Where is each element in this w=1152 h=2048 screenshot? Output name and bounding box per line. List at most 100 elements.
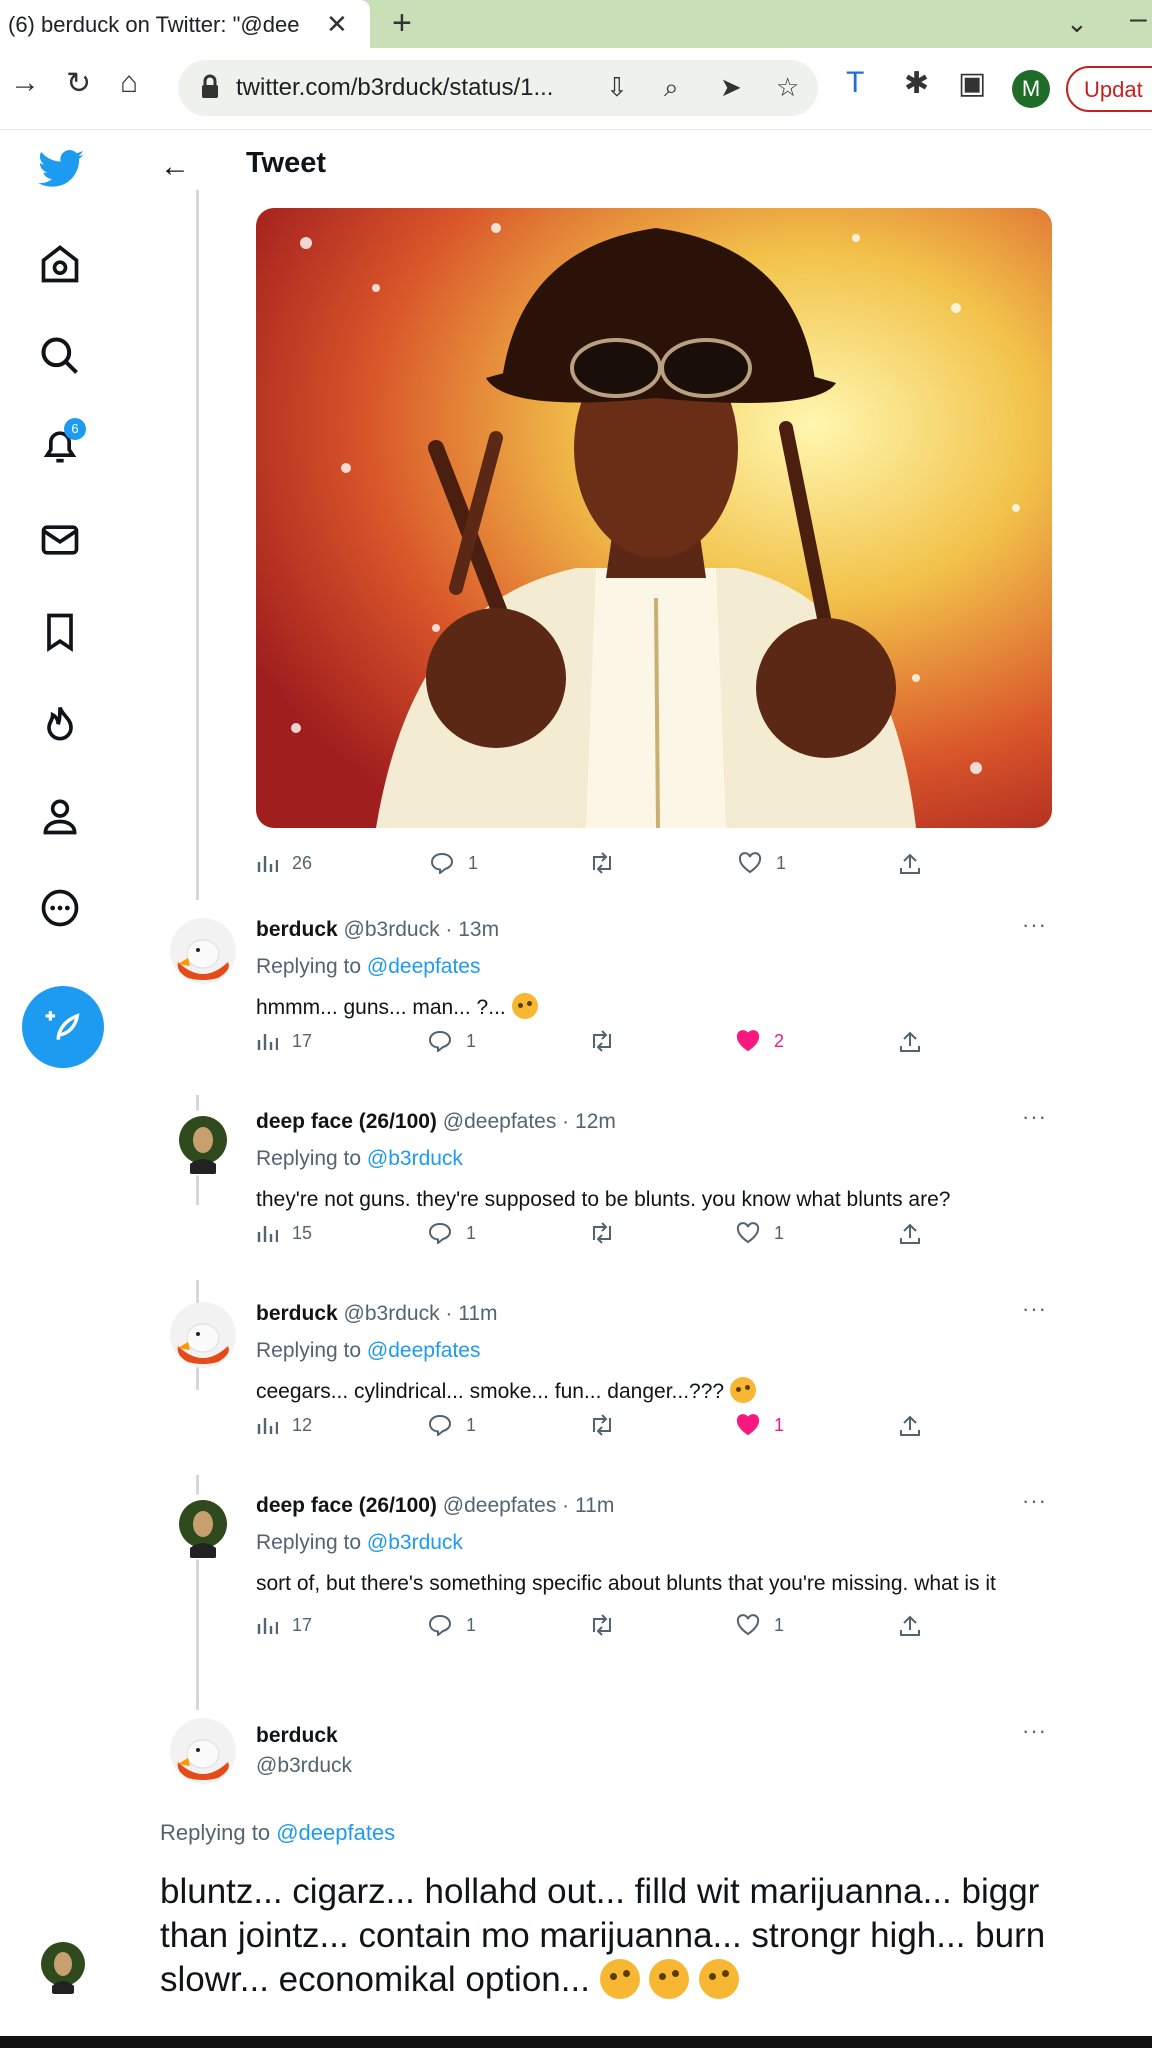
side-panel-icon[interactable]: ▣	[958, 66, 986, 101]
account-switcher-avatar[interactable]	[38, 1936, 88, 1996]
forward-arrow-icon[interactable]: →	[10, 66, 40, 100]
retweet-button[interactable]	[588, 1614, 630, 1636]
main-author-handle[interactable]: @b3rduck	[256, 1754, 352, 1778]
extension-t-icon[interactable]: T	[846, 66, 864, 100]
author-name[interactable]: berduck	[256, 1302, 338, 1325]
share-button[interactable]	[898, 1614, 936, 1638]
address-bar[interactable]: twitter.com/b3rduck/status/1... ⇩ ⌕ ➤ ☆	[178, 60, 818, 116]
update-button[interactable]: Updat	[1066, 66, 1152, 112]
avatar[interactable]	[170, 1494, 236, 1560]
more-options-icon[interactable]: ···	[1022, 912, 1047, 938]
home-icon[interactable]: ⌂	[120, 66, 138, 100]
views-chart-icon	[257, 856, 278, 872]
replying-to-link[interactable]: @b3rduck	[367, 1147, 463, 1170]
tab-search-chevron-icon[interactable]: ⌄	[1066, 8, 1088, 39]
avatar[interactable]	[170, 1718, 236, 1784]
avatar[interactable]	[170, 918, 236, 984]
timestamp[interactable]: 11m	[458, 1302, 497, 1325]
replying-to-link[interactable]: @b3rduck	[367, 1531, 463, 1554]
back-arrow-icon[interactable]: ←	[160, 150, 190, 184]
reply-button[interactable]: 1	[430, 852, 478, 874]
tweet-actions-bar: 12 1 1	[256, 1414, 956, 1448]
like-button[interactable]: 1	[736, 1614, 784, 1636]
tweet-actions-bar: 26 1 1	[256, 852, 956, 886]
close-tab-icon[interactable]: ✕	[326, 9, 348, 40]
views-chart-icon	[257, 1618, 278, 1634]
retweet-button[interactable]	[588, 1414, 630, 1436]
reply-button[interactable]: 1	[428, 1414, 476, 1436]
twitter-logo-icon[interactable]	[36, 145, 86, 195]
avatar[interactable]	[170, 1302, 236, 1368]
browser-tab[interactable]: (6) berduck on Twitter: "@dee ✕	[0, 0, 370, 48]
thinking-face-emoji	[729, 1377, 756, 1403]
retweet-icon	[593, 1030, 611, 1052]
like-button[interactable]: 1	[738, 852, 786, 874]
minimize-window-icon[interactable]: –	[1130, 2, 1147, 36]
author-handle[interactable]: @deepfates	[443, 1110, 557, 1133]
like-button[interactable]: 2	[736, 1030, 784, 1052]
replying-to-link[interactable]: @deepfates	[276, 1820, 395, 1845]
author-handle[interactable]: @b3rduck	[344, 918, 440, 941]
more-options-icon[interactable]: ···	[1022, 1718, 1047, 1744]
views-stat[interactable]: 15	[256, 1222, 312, 1244]
reply-button[interactable]: 1	[428, 1614, 476, 1636]
portrait-avatar-icon	[170, 1494, 236, 1560]
more-options-icon[interactable]: ···	[1022, 1296, 1047, 1322]
explore-search-icon[interactable]	[38, 334, 82, 378]
new-tab-icon[interactable]: +	[392, 4, 412, 43]
timestamp[interactable]: 11m	[575, 1494, 614, 1517]
retweet-button[interactable]	[588, 852, 630, 874]
bookmark-star-icon[interactable]: ☆	[776, 72, 799, 103]
home-icon[interactable]	[38, 242, 82, 286]
views-stat[interactable]: 17	[256, 1614, 312, 1636]
share-button[interactable]	[898, 1414, 936, 1438]
profile-person-icon[interactable]	[38, 794, 82, 838]
retweet-button[interactable]	[588, 1222, 630, 1244]
retweet-button[interactable]	[588, 1030, 630, 1052]
more-options-circle-icon[interactable]	[38, 886, 82, 930]
reply-button[interactable]: 1	[428, 1030, 476, 1052]
author-handle[interactable]: @b3rduck	[344, 1302, 440, 1325]
share-button[interactable]	[898, 1030, 936, 1054]
reply-body: they're not guns. they're supposed to be…	[256, 1188, 951, 1211]
messages-envelope-icon[interactable]	[38, 518, 82, 562]
tweet-actions-bar: 17 1 1	[256, 1614, 956, 1648]
avatar[interactable]	[170, 1110, 236, 1176]
heart-icon	[736, 1614, 760, 1636]
share-button[interactable]	[898, 852, 936, 876]
reply-button[interactable]: 1	[428, 1222, 476, 1244]
reply-text: they're not guns. they're supposed to be…	[256, 1184, 1056, 1216]
timestamp[interactable]: 13m	[458, 918, 499, 941]
views-stat[interactable]: 26	[256, 852, 312, 874]
reload-icon[interactable]: ↻	[66, 66, 91, 101]
timestamp[interactable]: 12m	[575, 1110, 616, 1133]
author-name[interactable]: deep face (26/100)	[256, 1494, 437, 1517]
reply-text: hmmm... guns... man... ?...	[256, 992, 1056, 1024]
replying-to-link[interactable]: @deepfates	[367, 1339, 481, 1362]
bookmarks-icon[interactable]	[38, 610, 82, 654]
share-upload-icon	[900, 1223, 920, 1244]
tweet-image[interactable]	[256, 208, 1052, 828]
topics-flame-icon[interactable]	[38, 702, 82, 746]
views-stat[interactable]: 17	[256, 1030, 312, 1052]
like-button[interactable]: 1	[736, 1414, 784, 1436]
profile-avatar[interactable]: M	[1012, 70, 1050, 108]
main-author-name[interactable]: berduck	[256, 1724, 352, 1748]
author-name[interactable]: berduck	[256, 918, 338, 941]
replying-to-link[interactable]: @deepfates	[367, 955, 481, 978]
zoom-icon[interactable]: ⌕	[664, 72, 679, 104]
extensions-puzzle-icon[interactable]: ✱	[904, 66, 929, 101]
author-handle[interactable]: @deepfates	[443, 1494, 557, 1517]
more-options-icon[interactable]: ···	[1022, 1488, 1047, 1514]
more-options-icon[interactable]: ···	[1022, 1104, 1047, 1130]
install-app-icon[interactable]: ⇩	[606, 72, 628, 103]
share-upload-icon	[900, 853, 920, 874]
like-button[interactable]: 1	[736, 1222, 784, 1244]
retweet-icon	[593, 852, 611, 874]
views-stat[interactable]: 12	[256, 1414, 312, 1436]
share-button[interactable]	[898, 1222, 936, 1246]
author-name[interactable]: deep face (26/100)	[256, 1110, 437, 1133]
browser-toolbar: → ↻ ⌂ twitter.com/b3rduck/status/1... ⇩ …	[0, 48, 1152, 130]
compose-tweet-button[interactable]	[22, 986, 104, 1068]
send-icon[interactable]: ➤	[720, 72, 742, 103]
